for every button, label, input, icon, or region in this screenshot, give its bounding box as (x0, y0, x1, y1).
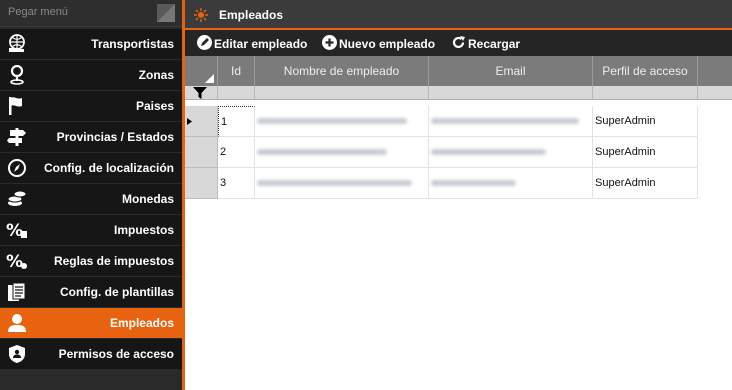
page-title: Empleados (219, 8, 284, 22)
row-selector[interactable] (185, 168, 218, 199)
sidebar-item-label: Config. de plantillas (59, 285, 174, 299)
sidebar-item-permisos[interactable]: Permisos de acceso (0, 339, 182, 369)
pin-menu-bar[interactable]: Pegar menú (0, 0, 182, 27)
svg-text:%: % (6, 252, 23, 271)
globe-truck-icon (9, 34, 25, 52)
sidebar-item-impuestos[interactable]: % Impuestos (0, 215, 182, 245)
pin-menu-label: Pegar menú (8, 6, 68, 18)
sidebar-item-monedas[interactable]: Monedas (0, 184, 182, 214)
sidebar-item-label: Permisos de acceso (58, 347, 174, 361)
sidebar-footer (0, 370, 182, 390)
svg-text:%: % (6, 221, 23, 240)
table-cell-email[interactable] (429, 168, 593, 199)
column-header-filler (698, 56, 732, 86)
edit-employee-label: Editar empleado (214, 37, 308, 51)
flag-icon (9, 97, 22, 115)
filter-row-selector[interactable] (185, 86, 218, 100)
document-icon (8, 282, 26, 301)
sidebar-item-label: Reglas de impuestos (53, 254, 174, 268)
sun-icon (194, 8, 208, 22)
location-pin-icon (10, 65, 24, 85)
user-icon (8, 314, 26, 332)
select-all-header[interactable] (185, 56, 218, 86)
redacted-text (257, 149, 387, 156)
sidebar-item-config-localizacion[interactable]: Config. de localización (0, 153, 182, 183)
sidebar-item-config-plantillas[interactable]: Config. de plantillas (0, 277, 182, 307)
redacted-text (257, 180, 412, 187)
sidebar: Pegar menú Transportistas Zonas Paises P… (0, 0, 182, 390)
sidebar-item-label: Impuestos (113, 223, 174, 237)
reload-label: Recargar (468, 37, 521, 51)
edit-icon (197, 35, 212, 50)
corner-triangle-icon (205, 74, 214, 83)
table-cell-id[interactable]: 3 (218, 168, 255, 199)
filter-email[interactable] (429, 86, 593, 100)
table-cell-id[interactable]: 1 (218, 106, 255, 137)
sidebar-item-label: Monedas (121, 192, 174, 206)
current-row-arrow-icon (187, 118, 192, 125)
toolbar: Editar empleado Nuevo empleado Recargar (185, 30, 732, 56)
employees-grid: Id Nombre de empleado Email Perfil de ac… (185, 56, 732, 390)
table-cell-id[interactable]: 2 (218, 137, 255, 168)
sidebar-item-transportistas[interactable]: Transportistas (0, 29, 182, 59)
table-cell-name[interactable] (255, 168, 429, 199)
new-employee-button[interactable]: Nuevo empleado (322, 30, 436, 56)
sidebar-item-label: Paises (135, 99, 174, 113)
shield-icon (9, 345, 25, 363)
sidebar-item-label: Config. de localización (43, 161, 174, 175)
table-cell-profile[interactable]: SuperAdmin (593, 168, 698, 199)
filter-profile[interactable] (593, 86, 698, 100)
filter-id[interactable] (218, 86, 255, 100)
sidebar-item-zonas[interactable]: Zonas (0, 60, 182, 90)
new-employee-label: Nuevo empleado (339, 37, 436, 51)
redacted-text (431, 180, 516, 187)
table-cell-email[interactable] (429, 137, 593, 168)
table-cell-email[interactable] (429, 106, 593, 137)
edit-employee-button[interactable]: Editar empleado (197, 30, 307, 56)
sidebar-item-provincias[interactable]: Provincias / Estados (0, 122, 182, 152)
filter-filler (698, 86, 732, 100)
add-icon (322, 35, 337, 50)
column-header-id[interactable]: Id (218, 56, 255, 86)
column-header-email[interactable]: Email (429, 56, 593, 86)
sidebar-item-paises[interactable]: Paises (0, 91, 182, 121)
reload-button[interactable]: Recargar (451, 30, 521, 56)
row-selector[interactable] (185, 137, 218, 168)
filter-name[interactable] (255, 86, 429, 100)
coins-icon (7, 190, 27, 206)
table-cell-profile[interactable]: SuperAdmin (593, 106, 698, 137)
column-header-name[interactable]: Nombre de empleado (255, 56, 429, 86)
redacted-text (431, 149, 546, 156)
table-cell-name[interactable] (255, 137, 429, 168)
window-titlebar: Empleados (185, 0, 732, 30)
filter-icon (193, 87, 207, 99)
sidebar-item-empleados[interactable]: Empleados (0, 308, 182, 338)
sidebar-item-label: Empleados (109, 316, 174, 330)
percent-icon: % (6, 221, 27, 240)
compass-icon (8, 159, 26, 177)
sidebar-item-label: Transportistas (91, 37, 174, 51)
reload-icon (452, 36, 465, 49)
percent-gear-icon: % (6, 252, 27, 271)
sidebar-item-label: Provincias / Estados (56, 130, 174, 144)
redacted-text (257, 118, 407, 125)
column-header-profile[interactable]: Perfil de acceso (593, 56, 698, 86)
table-cell-profile[interactable]: SuperAdmin (593, 137, 698, 168)
table-cell-name[interactable] (255, 106, 429, 137)
sidebar-item-reglas-impuestos[interactable]: % Reglas de impuestos (0, 246, 182, 276)
sidebar-item-label: Zonas (138, 68, 174, 82)
pin-icon[interactable] (156, 3, 176, 23)
row-selector[interactable] (185, 106, 218, 137)
redacted-text (431, 118, 579, 125)
signpost-icon (7, 128, 26, 146)
